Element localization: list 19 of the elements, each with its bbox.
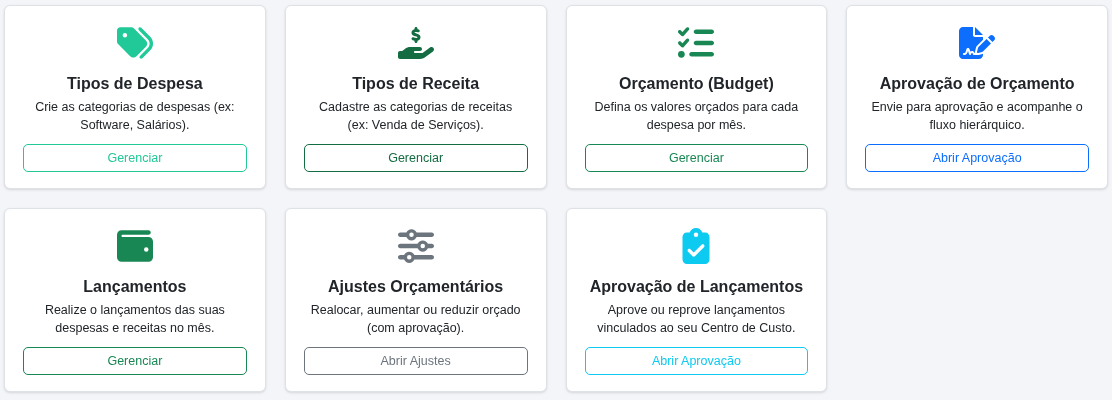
- card-title: Tipos de Despesa: [67, 74, 203, 94]
- card-title: Lançamentos: [83, 277, 187, 297]
- action-button[interactable]: Gerenciar: [303, 144, 528, 172]
- action-button[interactable]: Abrir Ajustes: [303, 347, 528, 375]
- card-title: Aprovação de Lançamentos: [589, 277, 804, 297]
- card-title: Aprovação de Orçamento: [879, 74, 1075, 94]
- action-button[interactable]: Gerenciar: [584, 144, 809, 172]
- card-description: Cadastre as categorias de receitas (ex: Venda de Serviços).: [318, 99, 514, 134]
- card-description: Realocar, aumentar ou reduzir orçado (com aprovação).: [309, 302, 522, 337]
- card-title: Ajustes Orçamentários: [328, 277, 504, 297]
- card-description: Defina os valores orçados para cada despesa por mês.: [593, 99, 800, 134]
- card-title: Tipos de Receita: [352, 74, 480, 94]
- action-button[interactable]: Abrir Aprovação: [865, 144, 1089, 172]
- card-description: Envie para aprovação e acompanhe o fluxo hierárquico.: [870, 99, 1084, 134]
- action-button[interactable]: Gerenciar: [23, 347, 247, 375]
- card-title: Orçamento (Budget): [619, 74, 774, 94]
- card-description: Realize o lançamentos das suas despesas e receitas no mês.: [43, 302, 226, 337]
- card-description: Aprove ou reprove lançamentos vinculados ao seu Centro de Custo.: [596, 302, 797, 337]
- card-description: Crie as categorias de despesas (ex: Software, Salários).: [34, 99, 236, 134]
